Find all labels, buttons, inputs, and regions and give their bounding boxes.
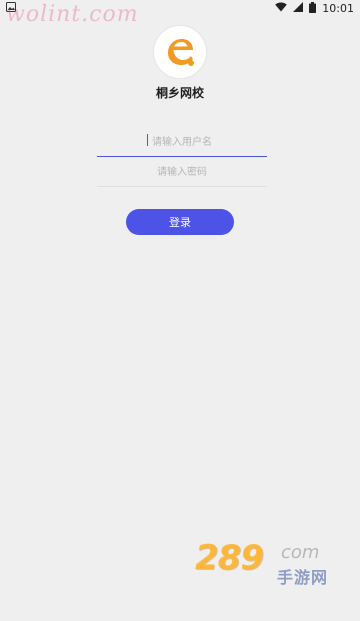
watermark-label: 手游网 (277, 568, 329, 587)
app-logo (154, 26, 206, 78)
watermark-suffix: com (281, 542, 320, 563)
app-title: 桐乡网校 (155, 86, 204, 100)
signal-icon (293, 2, 304, 15)
username-input[interactable] (97, 128, 267, 157)
text-caret (147, 134, 148, 146)
battery-icon (309, 1, 317, 16)
login-button[interactable]: 登录 (126, 209, 234, 235)
watermark-top: wolint.com (6, 2, 139, 27)
wifi-icon (275, 2, 288, 15)
status-time: 10:01 (322, 2, 354, 15)
status-right: 10:01 (275, 1, 354, 16)
watermark-number: 289 (195, 538, 264, 578)
logo-e-icon (160, 32, 200, 72)
password-input[interactable] (97, 158, 267, 187)
watermark-bottom: 289 com 手游网 (195, 538, 347, 588)
